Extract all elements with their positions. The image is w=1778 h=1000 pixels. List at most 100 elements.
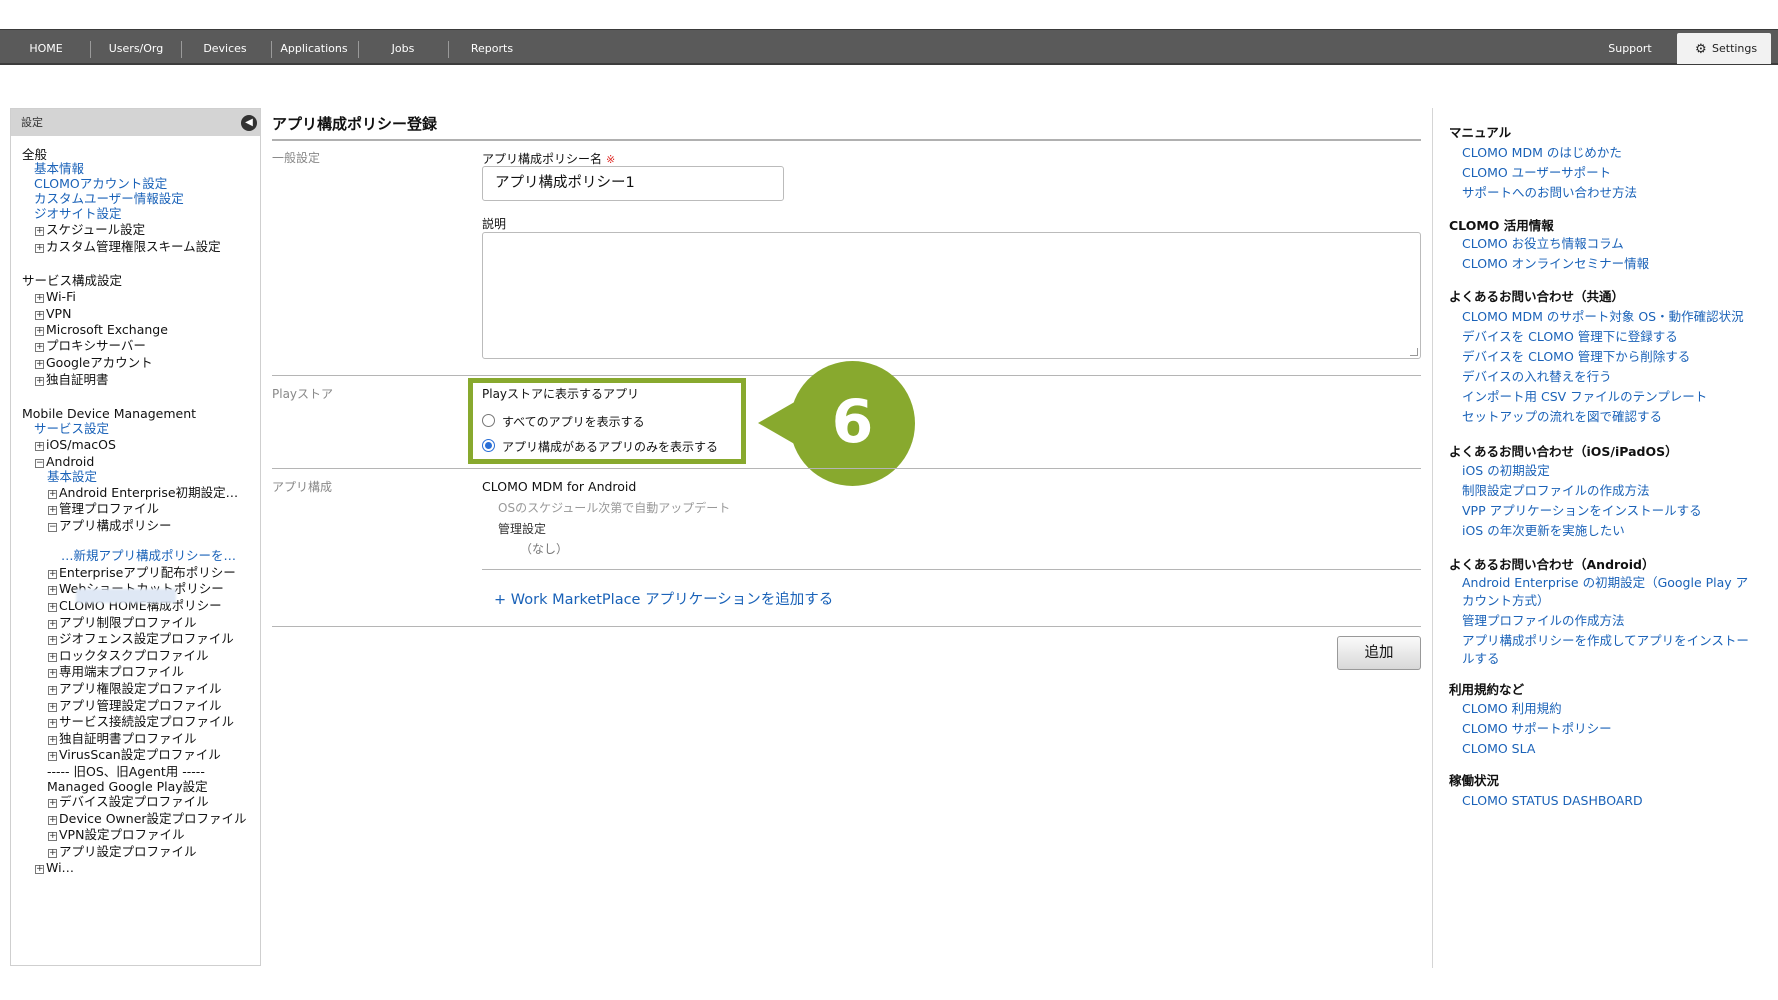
collapse-icon[interactable]: − xyxy=(48,523,57,532)
sidebar-item[interactable]: 基本情報 xyxy=(34,161,84,177)
help-link[interactable]: CLOMO SLA xyxy=(1462,740,1535,758)
sidebar-item[interactable]: − アプリ構成ポリシー xyxy=(48,518,172,534)
description-textarea[interactable] xyxy=(482,232,1421,359)
radio-show-all-apps-label[interactable]: すべてのアプリを表示する xyxy=(502,413,645,430)
expand-icon[interactable]: + xyxy=(48,603,57,612)
help-link[interactable]: デバイスの入れ替えを行う xyxy=(1462,368,1612,386)
help-link[interactable]: インポート用 CSV ファイルのテンプレート xyxy=(1462,388,1707,406)
sidebar-item[interactable]: + Wi… xyxy=(35,860,74,876)
sidebar-item[interactable]: + 専用端末プロファイル xyxy=(48,664,184,680)
sidebar-item[interactable]: + カスタム管理権限スキーム設定 xyxy=(35,239,221,255)
expand-icon[interactable]: + xyxy=(35,442,44,451)
policy-name-input[interactable]: アプリ構成ポリシー1 xyxy=(482,166,784,201)
add-workmarketplace-link[interactable]: + Work MarketPlace アプリケーションを追加する xyxy=(494,588,833,609)
help-link[interactable]: ルする xyxy=(1462,650,1500,668)
nav-reports[interactable]: Reports xyxy=(462,30,522,64)
nav-support[interactable]: Support xyxy=(1600,30,1660,64)
help-link[interactable]: 管理プロファイルの作成方法 xyxy=(1462,612,1625,630)
sidebar-item[interactable]: カスタムユーザー情報設定 xyxy=(34,191,184,207)
nav-settings-tab[interactable]: ⚙ Settings xyxy=(1677,33,1771,64)
help-link[interactable]: CLOMO MDM のはじめかた xyxy=(1462,144,1622,162)
sidebar-item[interactable]: + スケジュール設定 xyxy=(35,222,145,238)
expand-icon[interactable]: + xyxy=(35,244,44,253)
expand-icon[interactable]: + xyxy=(35,360,44,369)
radio-show-config-apps-label[interactable]: アプリ構成があるアプリのみを表示する xyxy=(502,438,718,455)
add-button[interactable]: 追加 xyxy=(1337,636,1421,670)
help-link[interactable]: セットアップの流れを図で確認する xyxy=(1462,408,1662,426)
sidebar-item[interactable]: + VPN xyxy=(35,306,71,322)
sidebar-item[interactable]: + ジオフェンス設定プロファイル xyxy=(48,631,234,647)
expand-icon[interactable]: + xyxy=(48,703,57,712)
sidebar-item[interactable]: + Googleアカウント xyxy=(35,355,153,371)
sidebar-item[interactable]: + アプリ制限プロファイル xyxy=(48,615,197,631)
sidebar-item[interactable]: + Device Owner設定プロファイル xyxy=(48,811,247,827)
nav-home[interactable]: HOME xyxy=(18,30,74,64)
radio-show-config-apps[interactable] xyxy=(482,439,495,452)
sidebar-item[interactable]: + プロキシサーバー xyxy=(35,338,146,354)
expand-icon[interactable]: + xyxy=(48,490,57,499)
sidebar-item[interactable]: + VPN設定プロファイル xyxy=(48,827,184,843)
help-link[interactable]: サポートへのお問い合わせ方法 xyxy=(1462,184,1637,202)
expand-icon[interactable]: + xyxy=(48,653,57,662)
expand-icon[interactable]: + xyxy=(35,294,44,303)
sidebar-item[interactable]: + Enterpriseアプリ配布ポリシー xyxy=(48,565,236,581)
radio-show-all-apps[interactable] xyxy=(482,414,495,427)
sidebar-item[interactable]: + VirusScan設定プロファイル xyxy=(48,747,221,763)
sidebar-item[interactable]: + 独自証明書 xyxy=(35,372,109,388)
sidebar-item[interactable]: …新規アプリ構成ポリシーを… xyxy=(61,548,236,564)
expand-icon[interactable]: + xyxy=(48,686,57,695)
help-link[interactable]: iOS の年次更新を実施したい xyxy=(1462,522,1625,540)
expand-icon[interactable]: + xyxy=(35,227,44,236)
help-link[interactable]: 制限設定プロファイルの作成方法 xyxy=(1462,482,1650,500)
nav-jobs[interactable]: Jobs xyxy=(374,30,432,64)
nav-devices[interactable]: Devices xyxy=(194,30,256,64)
sidebar-item[interactable]: ジオサイト設定 xyxy=(34,206,122,222)
expand-icon[interactable]: + xyxy=(48,752,57,761)
sidebar-item[interactable]: CLOMOアカウント設定 xyxy=(34,176,167,192)
sidebar-item[interactable]: + アプリ権限設定プロファイル xyxy=(48,681,222,697)
sidebar-item[interactable]: + デバイス設定プロファイル xyxy=(48,794,209,810)
expand-icon[interactable]: + xyxy=(35,865,44,874)
expand-icon[interactable]: + xyxy=(35,343,44,352)
help-link[interactable]: CLOMO お役立ち情報コラム xyxy=(1462,235,1624,253)
sidebar-item[interactable]: + サービス接続設定プロファイル xyxy=(48,714,234,730)
sidebar-item[interactable]: + 管理プロファイル xyxy=(48,501,159,517)
sidebar-item[interactable]: + 独自証明書プロファイル xyxy=(48,731,197,747)
expand-icon[interactable]: + xyxy=(48,570,57,579)
help-link[interactable]: Android Enterprise の初期設定（Google Play ア xyxy=(1462,574,1748,592)
expand-icon[interactable]: + xyxy=(48,586,57,595)
expand-icon[interactable]: + xyxy=(48,636,57,645)
expand-icon[interactable]: + xyxy=(48,816,57,825)
help-link[interactable]: CLOMO MDM のサポート対象 OS・動作確認状況 xyxy=(1462,308,1744,326)
nav-users-org[interactable]: Users/Org xyxy=(100,30,172,64)
help-link[interactable]: CLOMO 利用規約 xyxy=(1462,700,1562,718)
help-link[interactable]: CLOMO サポートポリシー xyxy=(1462,720,1612,738)
expand-icon[interactable]: + xyxy=(35,311,44,320)
sidebar-item[interactable]: + アプリ設定プロファイル xyxy=(48,844,197,860)
help-link[interactable]: VPP アプリケーションをインストールする xyxy=(1462,502,1702,520)
expand-icon[interactable]: + xyxy=(48,799,57,808)
help-link[interactable]: CLOMO ユーザーサポート xyxy=(1462,164,1611,182)
expand-icon[interactable]: + xyxy=(48,620,57,629)
help-link[interactable]: デバイスを CLOMO 管理下から削除する xyxy=(1462,348,1690,366)
sidebar-item[interactable]: − Android xyxy=(35,454,94,470)
sidebar-item[interactable]: + Android Enterprise初期設定… xyxy=(48,485,238,501)
expand-icon[interactable]: + xyxy=(48,669,57,678)
help-link[interactable]: CLOMO オンラインセミナー情報 xyxy=(1462,255,1649,273)
expand-icon[interactable]: + xyxy=(48,506,57,515)
expand-icon[interactable]: + xyxy=(35,377,44,386)
expand-icon[interactable]: + xyxy=(48,832,57,841)
resize-grip-icon[interactable] xyxy=(1410,348,1418,356)
sidebar-item[interactable]: サービス設定 xyxy=(34,421,109,437)
sidebar-item[interactable]: + ロックタスクプロファイル xyxy=(48,648,209,664)
expand-icon[interactable]: + xyxy=(35,327,44,336)
collapse-icon[interactable]: − xyxy=(35,459,44,468)
nav-applications[interactable]: Applications xyxy=(278,30,350,64)
help-link[interactable]: アプリ構成ポリシーを作成してアプリをインストー xyxy=(1462,632,1749,650)
sidebar-item[interactable]: + Microsoft Exchange xyxy=(35,322,168,338)
help-link[interactable]: デバイスを CLOMO 管理下に登録する xyxy=(1462,328,1678,346)
sidebar-item[interactable]: 基本設定 xyxy=(47,469,97,485)
expand-icon[interactable]: + xyxy=(48,849,57,858)
sidebar-item[interactable]: + iOS/macOS xyxy=(35,437,116,453)
sidebar-item[interactable]: + アプリ管理設定プロファイル xyxy=(48,698,222,714)
